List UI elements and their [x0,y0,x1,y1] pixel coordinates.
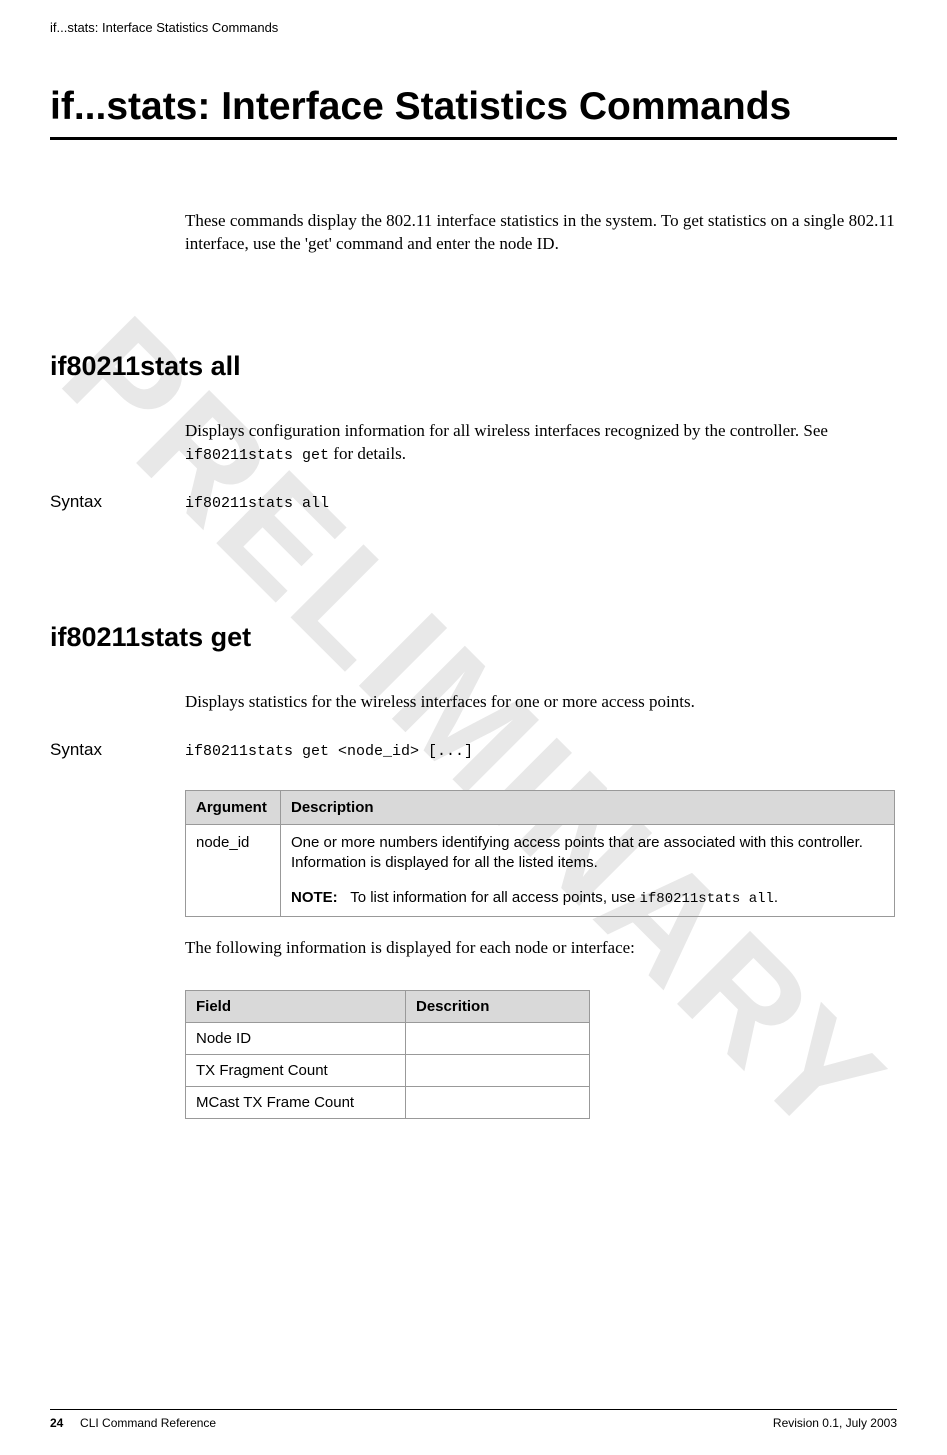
footer-left-text: CLI Command Reference [80,1416,216,1430]
field-cell-1-1 [406,1055,590,1087]
note-mono: if80211stats all [640,891,774,907]
field-cell-1-0: TX Fragment Count [186,1055,406,1087]
section2-description: Displays statistics for the wireless int… [185,691,897,714]
arg-header-argument: Argument [186,791,281,825]
arg-cell-desc: One or more numbers identifying access p… [281,825,895,917]
field-table-header-row: Field Descrition [186,991,590,1023]
syntax-code-2: if80211stats get <node_id> [...] [185,743,473,760]
footer-left: 24 CLI Command Reference [50,1416,216,1430]
arg-desc-line1: One or more numbers identifying access p… [291,834,863,871]
arg-cell-name: node_id [186,825,281,917]
note-sans: access points [512,889,603,906]
section1-desc-post: for details. [329,444,406,463]
page-footer: 24 CLI Command Reference Revision 0.1, J… [50,1409,897,1430]
main-title: if...stats: Interface Statistics Command… [50,85,897,140]
section1-desc-pre: Displays configuration information for a… [185,421,828,440]
syntax-label-2: Syntax [50,740,185,760]
footer-right: Revision 0.1, July 2003 [773,1416,897,1430]
syntax-code-1: if80211stats all [185,495,329,512]
field-table: Field Descrition Node ID TX Fragment Cou… [185,990,590,1119]
field-row-1: TX Fragment Count [186,1055,590,1087]
syntax-row-2: Syntax if80211stats get <node_id> [...] [50,740,897,760]
syntax-row-1: Syntax if80211stats all [50,492,897,512]
syntax-label-1: Syntax [50,492,185,512]
argument-table: Argument Description node_id One or more… [185,790,895,917]
running-header: if...stats: Interface Statistics Command… [50,20,897,35]
section1-desc-code: if80211stats get [185,447,329,464]
section-heading-all: if80211stats all [50,351,897,382]
field-cell-0-0: Node ID [186,1023,406,1055]
page-number: 24 [50,1416,63,1430]
field-cell-0-1 [406,1023,590,1055]
arg-table-row: node_id One or more numbers identifying … [186,825,895,917]
arg-header-description: Description [281,791,895,825]
note-text-1: To list information for all [350,889,512,906]
field-row-0: Node ID [186,1023,590,1055]
intro-paragraph: These commands display the 802.11 interf… [185,210,897,256]
field-header-field: Field [186,991,406,1023]
arg-note: NOTE: To list information for all access… [291,888,884,909]
page-content: if...stats: Interface Statistics Command… [0,0,947,1119]
note-text-3: . [774,889,778,906]
field-header-description: Descrition [406,991,590,1023]
section1-description: Displays configuration information for a… [185,420,897,466]
field-row-2: MCast TX Frame Count [186,1087,590,1119]
post-table-paragraph: The following information is displayed f… [185,937,897,960]
section-heading-get: if80211stats get [50,622,897,653]
note-text-2: , use [603,889,640,906]
arg-table-header-row: Argument Description [186,791,895,825]
note-label: NOTE: [291,889,338,906]
field-cell-2-0: MCast TX Frame Count [186,1087,406,1119]
field-cell-2-1 [406,1087,590,1119]
